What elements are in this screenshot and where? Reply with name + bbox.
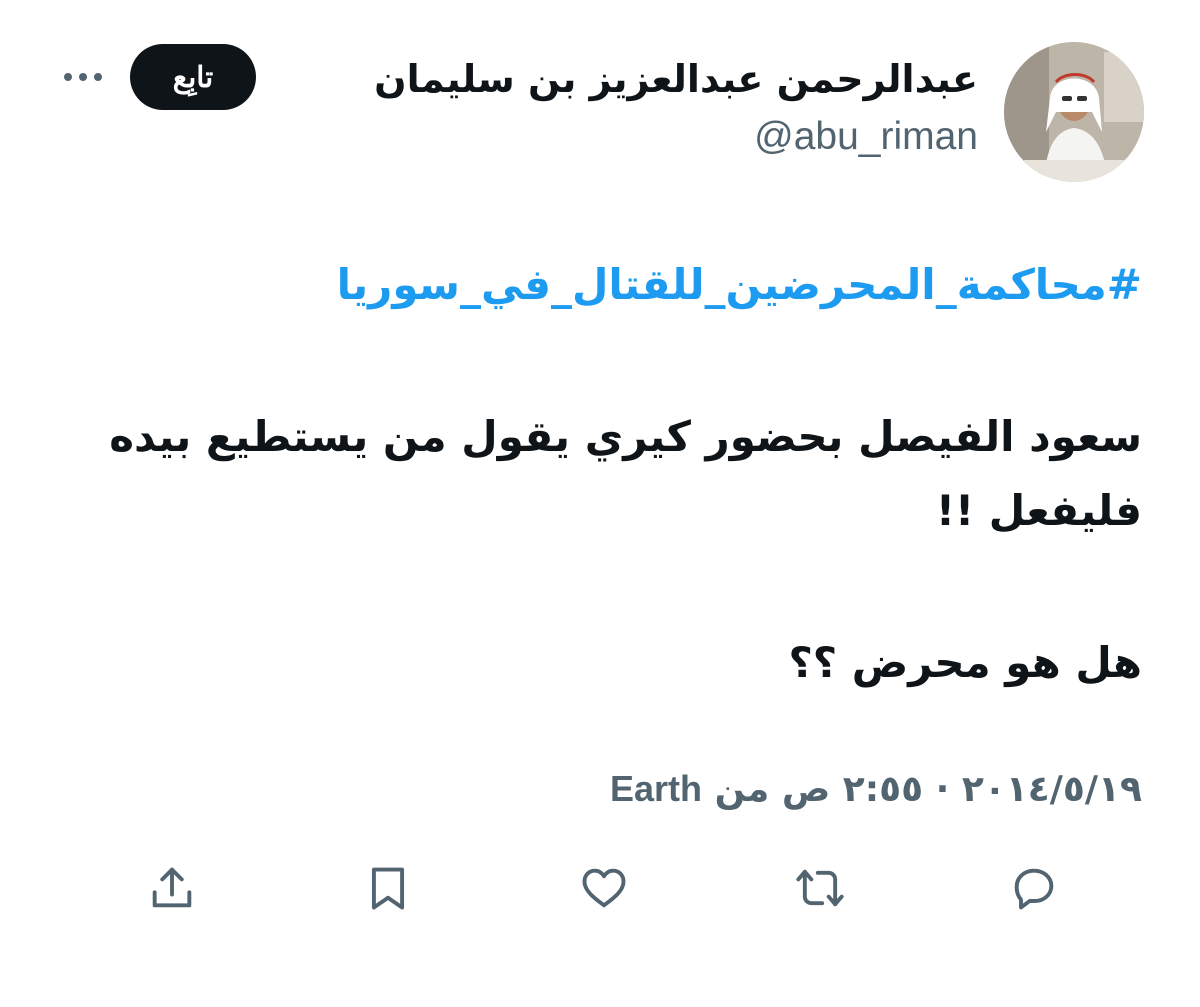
bookmark-icon (371, 867, 405, 910)
share-button[interactable] (142, 858, 202, 918)
hashtag-link[interactable]: #محاكمة_المحرضين_للقتال_في_سوريا (58, 248, 1142, 322)
tweet-date[interactable]: ٢٠١٤/٥/١٩ (962, 769, 1142, 810)
like-button[interactable] (574, 858, 634, 918)
user-handle[interactable]: @abu_riman (374, 108, 978, 166)
tweet-time[interactable]: ٢:٥٥ ص (782, 769, 923, 810)
reply-icon (1014, 868, 1054, 910)
reply-button[interactable] (1004, 858, 1064, 918)
display-name[interactable]: عبدالرحمن عبدالعزيز بن سليمان (374, 50, 978, 108)
tweet-paragraph: سعود الفيصل بحضور كيري يقول من يستطيع بي… (109, 412, 1142, 535)
bookmark-button[interactable] (358, 858, 418, 918)
tweet-text: #محاكمة_المحرضين_للقتال_في_سوريا سعود ال… (58, 248, 1142, 700)
meta-from: من (714, 769, 770, 810)
heart-icon (582, 868, 626, 908)
author-info: عبدالرحمن عبدالعزيز بن سليمان @abu_riman (374, 50, 978, 166)
share-icon (152, 867, 192, 908)
tweet-paragraph: هل هو محرض ؟؟ (788, 638, 1142, 687)
meta-separator: · (935, 769, 950, 810)
profile-photo-icon (1004, 42, 1144, 182)
more-horizontal-icon (64, 73, 72, 81)
retweet-icon (796, 869, 844, 907)
tweet-meta: ٢٠١٤/٥/١٩ · ٢:٥٥ ص من Earth (610, 760, 1142, 819)
more-options-button[interactable] (58, 60, 108, 94)
avatar[interactable] (1004, 42, 1144, 182)
more-horizontal-icon (79, 73, 87, 81)
retweet-button[interactable] (790, 858, 850, 918)
more-horizontal-icon (94, 73, 102, 81)
follow-button[interactable]: تابِع (130, 44, 256, 110)
tweet-header: عبدالرحمن عبدالعزيز بن سليمان @abu_riman… (0, 42, 1200, 182)
tweet-source[interactable]: Earth (610, 768, 702, 809)
tweet-actions (0, 858, 1200, 922)
